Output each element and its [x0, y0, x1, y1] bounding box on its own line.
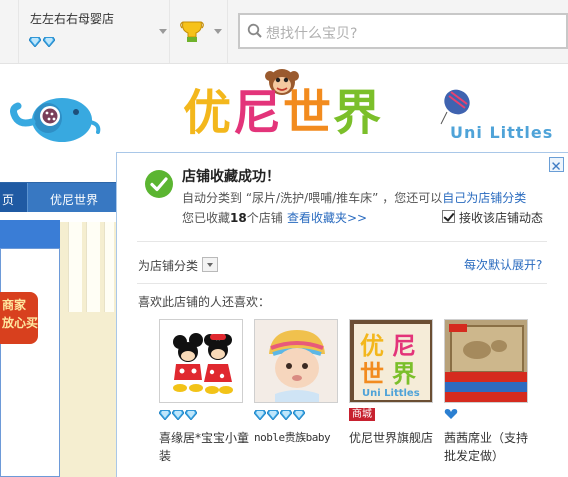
- diamond-icon: [29, 37, 41, 47]
- auto-category-prefix: 自动分类到 “尿片/洗护/喂哺/推车床” ，您还可以: [182, 191, 443, 205]
- svg-text:尼: 尼: [392, 332, 416, 360]
- product-photo[interactable]: [60, 222, 116, 477]
- follow-updates-label[interactable]: 接收该店铺动态: [459, 209, 543, 226]
- category-label: 为店铺分类: [138, 259, 199, 273]
- recommended-shop[interactable]: 茜茜席业（支持批发定做）: [444, 319, 528, 463]
- recommended-shop-name[interactable]: noble贵族baby: [254, 429, 344, 447]
- shop-thumbnail[interactable]: [444, 319, 528, 403]
- content-header-strip: [0, 220, 60, 248]
- recommended-shop-name[interactable]: 茜茜席业（支持批发定做）: [444, 429, 534, 465]
- favorite-count-text: 您已收藏18个店铺: [182, 209, 283, 226]
- svg-text:界: 界: [392, 360, 416, 388]
- recommended-shop[interactable]: 优 尼 世 界 Uni Littles 商城 优尼世界旗舰店: [349, 319, 433, 445]
- nav-item-home[interactable]: 页: [0, 183, 28, 212]
- diamond-icon: [159, 409, 171, 420]
- auto-category-text: 自动分类到 “尿片/洗护/喂哺/推车床” ，您还可以自己为店铺分类: [182, 189, 526, 206]
- diamond-icon: [293, 409, 305, 420]
- favorite-count-prefix: 您已收藏: [182, 211, 231, 225]
- nav-item-shop-label[interactable]: 优尼世界: [50, 191, 98, 208]
- trophy-badge-icon: [179, 18, 205, 44]
- shop-nav-bar: 页 优尼世界: [0, 182, 116, 212]
- dialog-title: 店铺收藏成功！: [182, 169, 280, 185]
- elephant-logo-icon: [10, 92, 102, 152]
- shop-logo: 优 尼 世 界: [183, 85, 383, 141]
- svg-text:优: 优: [360, 332, 384, 360]
- promo-badge[interactable]: 商家 放心买: [0, 292, 38, 344]
- favorite-success-dialog: 店铺收藏成功！ 自动分类到 “尿片/洗护/喂哺/推车床” ，您还可以自己为店铺分…: [116, 152, 568, 477]
- chevron-down-icon: [159, 29, 167, 34]
- divider: [137, 241, 547, 242]
- search-placeholder: 想找什么宝贝?: [266, 26, 358, 42]
- diamond-icon: [254, 409, 266, 420]
- category-dropdown[interactable]: [202, 257, 218, 272]
- shop-thumbnail[interactable]: 优 尼 世 界 Uni Littles: [349, 319, 433, 403]
- chevron-down-icon: [214, 29, 222, 34]
- shop-thumbnail[interactable]: [254, 319, 338, 403]
- default-expand-link[interactable]: 每次默认展开?: [464, 256, 542, 273]
- content-frame: [0, 248, 60, 477]
- shop-thumbnail[interactable]: [159, 319, 243, 403]
- diamond-icon: [280, 409, 292, 420]
- shop-credit-diamonds: [254, 407, 305, 422]
- svg-text:世: 世: [360, 360, 384, 388]
- svg-text:Uni Littles: Uni Littles: [362, 388, 420, 399]
- logo-char-1: 优: [183, 85, 234, 141]
- heart-credit-icon: [444, 405, 458, 424]
- diamond-icon: [43, 37, 55, 47]
- recommendations-title: 喜欢此店铺的人还喜欢：: [138, 295, 271, 309]
- top-bar: 左左右右母婴店 想找什么宝贝?: [0, 0, 568, 64]
- shop-name: 左左右右母婴店: [30, 12, 115, 26]
- favorite-count: 18: [230, 211, 247, 225]
- search-icon: [247, 23, 263, 39]
- logo-char-4: 界: [333, 85, 384, 141]
- follow-updates-checkbox[interactable]: [442, 210, 455, 223]
- shop-badge: 商城: [349, 407, 375, 422]
- logo-subtitle: Uni Littles: [450, 123, 554, 142]
- success-check-icon: [144, 169, 174, 199]
- shop-banner: 优 尼 世 界 Uni Littles: [0, 64, 568, 152]
- search-input[interactable]: 想找什么宝贝?: [238, 13, 568, 49]
- background-shop-page: 页 优尼世界 商家 放心买: [0, 152, 116, 477]
- mall-badge: 商城: [349, 408, 375, 421]
- nav-item-home-label: 页: [2, 193, 15, 207]
- recommended-shop-name[interactable]: 喜缘居*宝宝小童装: [159, 429, 249, 465]
- custom-category-link[interactable]: 自己为店铺分类: [442, 191, 526, 205]
- shop-credit-icons: [444, 407, 458, 422]
- shop-info-dropdown[interactable]: 左左右右母婴店: [18, 0, 170, 63]
- logo-char-3: 世: [283, 85, 334, 141]
- favorite-count-suffix: 个店铺: [246, 211, 283, 225]
- recommended-shop-name[interactable]: 优尼世界旗舰店: [349, 429, 439, 447]
- diamond-icon: [267, 409, 279, 420]
- divider: [137, 283, 547, 284]
- recommended-shop[interactable]: noble贵族baby: [254, 319, 338, 444]
- close-button[interactable]: [549, 157, 564, 172]
- shop-badge-dropdown[interactable]: [170, 0, 228, 63]
- shop-credit-diamonds: [29, 37, 55, 49]
- shop-credit-diamonds: [159, 407, 197, 422]
- logo-char-2: 尼: [233, 85, 284, 141]
- diamond-icon: [172, 409, 184, 420]
- promo-badge-text: 商家 放心买: [2, 298, 39, 330]
- close-icon: [552, 162, 561, 171]
- diamond-icon: [185, 409, 197, 420]
- recommended-shop[interactable]: 喜缘居*宝宝小童装: [159, 319, 249, 463]
- view-favorites-link[interactable]: 查看收藏夹>>: [287, 209, 367, 226]
